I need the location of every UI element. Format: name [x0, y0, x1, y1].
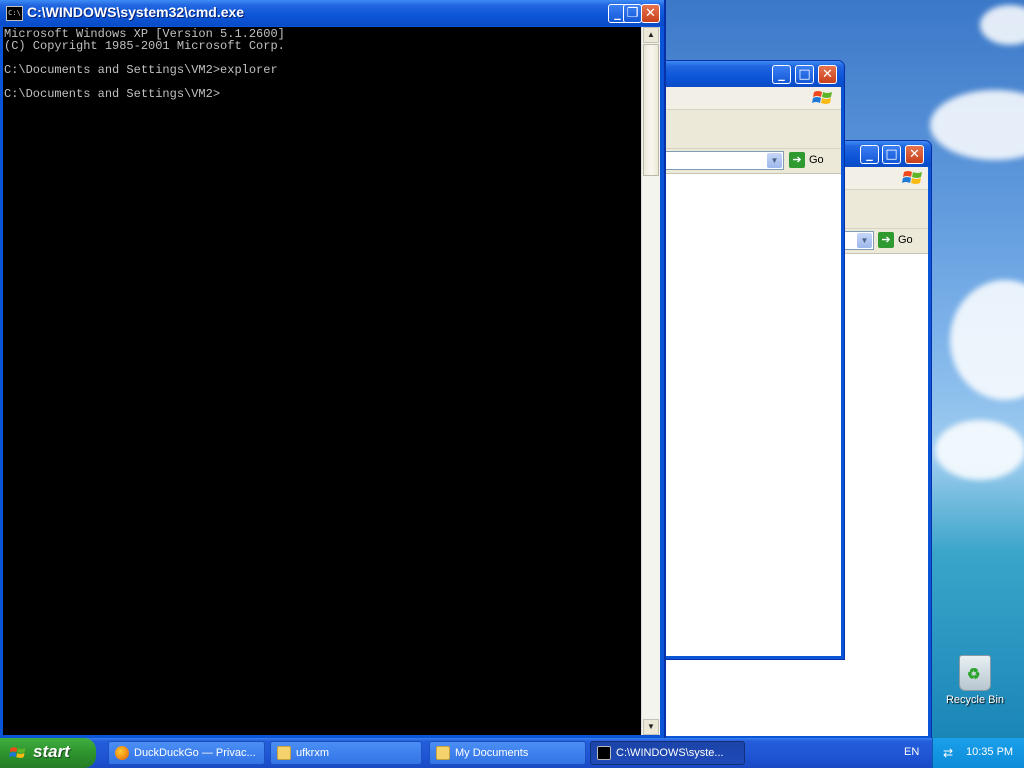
taskbar-button-label: C:\WINDOWS\syste...: [616, 747, 724, 759]
vertical-scrollbar[interactable]: ▲ ▼: [641, 27, 660, 735]
taskbar-button-my-documents[interactable]: My Documents: [429, 741, 586, 765]
close-button[interactable]: ✕: [905, 145, 924, 164]
desktop: _ □ ✕ ▼ ➔ Go _ □ ✕ ▼ ➔ Go C:\ C:\WINDOWS…: [0, 0, 1024, 738]
scroll-thumb[interactable]: [643, 44, 659, 176]
folder-icon: [277, 746, 291, 760]
language-indicator[interactable]: EN: [904, 746, 919, 758]
cmd-icon: [597, 746, 611, 760]
go-button[interactable]: ➔ Go: [789, 151, 824, 170]
go-arrow-icon: ➔: [789, 152, 805, 169]
go-label: Go: [809, 154, 824, 166]
address-dropdown-button[interactable]: ▼: [857, 233, 872, 248]
cmd-icon: C:\: [6, 6, 23, 21]
taskbar-button-label: My Documents: [455, 747, 529, 759]
taskbar-button-label: DuckDuckGo — Privac...: [134, 747, 256, 759]
network-icon[interactable]: ⇄: [943, 746, 957, 760]
go-arrow-icon: ➔: [878, 232, 894, 249]
windows-logo-icon: [812, 91, 832, 104]
cmd-window-title: C:\WINDOWS\system32\cmd.exe: [27, 4, 245, 20]
taskbar-button-duckduckgo[interactable]: DuckDuckGo — Privac...: [108, 741, 265, 765]
scroll-up-button[interactable]: ▲: [643, 27, 659, 43]
recycle-bin-label: Recycle Bin: [945, 694, 1005, 706]
address-bar: ▼ ➔ Go: [644, 149, 841, 174]
file-pane[interactable]: [644, 174, 841, 656]
close-icon: ✕: [822, 67, 833, 82]
close-button[interactable]: ✕: [818, 65, 837, 84]
console-line: C:\Documents and Settings\VM2>explorer: [4, 63, 278, 77]
close-icon: ✕: [909, 147, 920, 162]
console-line: (C) Copyright 1985-2001 Microsoft Corp.: [4, 39, 285, 53]
taskbar: start DuckDuckGo — Privac... ufkrxm My D…: [0, 738, 1024, 768]
menu-bar: [644, 87, 841, 110]
start-label: start: [33, 742, 70, 761]
system-tray: ⇄ 10:35 PM: [932, 738, 1024, 768]
console-output[interactable]: Microsoft Windows XP [Version 5.1.2600](…: [3, 27, 641, 735]
folder-icon: [436, 746, 450, 760]
taskbar-button-ufkrxm[interactable]: ufkrxm: [270, 741, 422, 765]
scroll-down-button[interactable]: ▼: [643, 719, 659, 735]
maximize-button[interactable]: □: [882, 145, 901, 164]
maximize-icon: □: [885, 147, 898, 162]
minimize-icon: _: [778, 67, 785, 82]
taskbar-button-label: ufkrxm: [296, 747, 329, 759]
recycle-bin-icon: ♻: [959, 655, 991, 691]
windows-logo-icon: [9, 747, 26, 758]
maximize-icon: □: [798, 67, 811, 82]
close-icon: ✕: [645, 6, 656, 21]
close-button[interactable]: ✕: [641, 4, 660, 23]
explorer-window-1-body: ▼ ➔ Go: [644, 87, 841, 656]
go-button[interactable]: ➔ Go: [878, 231, 913, 250]
minimize-icon: _: [866, 147, 873, 162]
address-dropdown-button[interactable]: ▼: [767, 153, 782, 168]
cmd-window[interactable]: C:\ C:\WINDOWS\system32\cmd.exe _ ❐ ✕ Mi…: [0, 0, 666, 738]
cmd-titlebar[interactable]: C:\ C:\WINDOWS\system32\cmd.exe _ ❐ ✕: [0, 0, 664, 26]
console-prompt: C:\Documents and Settings\VM2>: [4, 87, 221, 101]
restore-icon: ❐: [626, 6, 639, 21]
restore-button[interactable]: ❐: [623, 4, 642, 23]
clock[interactable]: 10:35 PM: [966, 746, 1013, 758]
taskbar-button-cmd[interactable]: C:\WINDOWS\syste...: [590, 741, 745, 765]
explorer-window-1-titlebar[interactable]: _ □ ✕: [641, 61, 844, 87]
toolbar: [644, 110, 841, 149]
minimize-button[interactable]: _: [860, 145, 879, 164]
firefox-icon: [115, 746, 129, 760]
windows-logo-icon: [902, 171, 922, 184]
explorer-window-1[interactable]: _ □ ✕ ▼ ➔ Go: [640, 60, 845, 660]
minimize-button[interactable]: _: [772, 65, 791, 84]
recycle-bin-desktop-icon[interactable]: ♻ Recycle Bin: [940, 655, 1010, 706]
start-button[interactable]: start: [0, 738, 96, 768]
maximize-button[interactable]: □: [795, 65, 814, 84]
go-label: Go: [898, 234, 913, 246]
